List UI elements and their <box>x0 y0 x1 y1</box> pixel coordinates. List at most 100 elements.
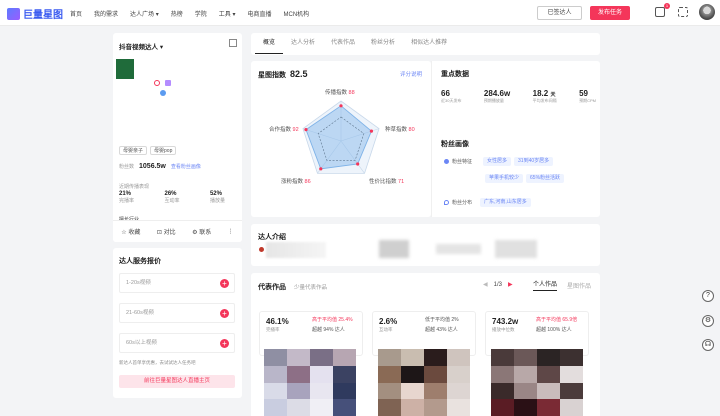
price-note: 新达人首单享优惠，去试试达人任务吧 <box>119 360 196 365</box>
nav-hot-list[interactable]: 热榜 <box>171 9 183 18</box>
logo[interactable]: 巨量星图 <box>7 6 63 21</box>
feature-pill: 苹果手机较少 <box>485 174 524 183</box>
radar-label: 合作指数 92 <box>269 127 299 133</box>
price-row[interactable]: 21-60s视频 + <box>119 303 235 323</box>
feature-pill: 65%粉丝活跃 <box>526 174 565 183</box>
location-icon <box>444 200 449 205</box>
user-avatar[interactable] <box>699 4 715 20</box>
nav-home[interactable]: 首页 <box>70 9 82 18</box>
profile-avatar <box>116 59 134 79</box>
work-thumbnail[interactable] <box>378 349 470 416</box>
live-homepage-button[interactable]: 前往巨量星图达人直播主页 <box>119 375 235 388</box>
tab-overview[interactable]: 概览 <box>255 33 284 54</box>
tab-personal-works[interactable]: 个人作品 <box>533 279 558 291</box>
radar-point <box>339 104 343 108</box>
main-nav: 首页 我的需求 达人广场 ▾ 热榜 学院 工具 ▾ 电商直播 MCN机构 <box>70 9 309 18</box>
contact-button[interactable]: ⚙ 联系 <box>192 227 211 236</box>
radar-chart <box>302 100 380 174</box>
price-row[interactable]: 1-20s视频 + <box>119 273 235 293</box>
price-title: 达人服务报价 <box>119 258 161 265</box>
grid-icon[interactable] <box>678 7 688 17</box>
detail-tabs: 概览 达人分析 代表作品 粉丝分析 相似达人推荐 <box>251 33 600 55</box>
profile-tag: 母婴亲子 <box>119 146 148 155</box>
profile-tag: 母婴pop <box>150 146 177 155</box>
price-card: 达人服务报价 1-20s视频 + 21-60s视频 + 60s以上视频 + 新达人首单… <box>113 248 242 398</box>
key-data-card: 重点数据 66 近30天发布 284.6w 预期播放量 18.2 天平均发布间隔 5… <box>431 61 600 217</box>
recent-stats: 21% 完播率 26% 互动率 52% 播放量 <box>119 191 237 204</box>
fans-portrait-link[interactable]: 查看粉丝画像 <box>171 163 201 170</box>
tiktok-icon <box>165 80 171 86</box>
stat-item: 52% 播放量 <box>209 191 225 204</box>
nav-academy[interactable]: 学院 <box>195 9 207 18</box>
profile-actions: ☆ 收藏 ⊡ 对比 ⚙ 联系 ⋮ <box>113 220 242 242</box>
key-data-title: 重点数据 <box>441 71 469 78</box>
message-icon[interactable] <box>655 7 665 17</box>
help-icon[interactable]: ? <box>702 290 714 302</box>
favorite-button[interactable]: ☆ 收藏 <box>121 227 140 236</box>
chevron-right-icon[interactable]: ▶ <box>508 281 513 288</box>
tab-fans-analysis[interactable]: 粉丝分析 <box>363 33 403 54</box>
tab-star-works[interactable]: 星图作品 <box>567 281 591 290</box>
blurred-content <box>436 244 481 254</box>
radar-label: 涨粉指数 86 <box>281 179 311 185</box>
tab-similar[interactable]: 相似达人推荐 <box>403 33 455 54</box>
tab-talent-analysis[interactable]: 达人分析 <box>283 33 323 54</box>
key-data-item: 284.6w 预期播放量 <box>483 89 511 103</box>
profile-tags: 母婴亲子 母婴pop <box>119 146 179 155</box>
signed-talent-button[interactable]: 已签达人 <box>537 6 582 20</box>
grid-icon[interactable] <box>229 39 237 47</box>
compare-icon: ⊡ <box>156 230 162 236</box>
chevron-down-icon: ▾ <box>232 12 236 18</box>
nav-mcn[interactable]: MCN机构 <box>283 9 309 18</box>
fans-feature-row: 粉丝特征 女性居多 31到40岁居多 <box>444 157 556 166</box>
key-data-row: 66 近30天发布 284.6w 预期播放量 18.2 天平均发布间隔 59 预期CP… <box>441 89 596 104</box>
chevron-down-icon: ▾ <box>155 12 159 18</box>
nav-my-needs[interactable]: 我的需求 <box>94 9 118 18</box>
radar-point <box>319 167 323 171</box>
post-task-button[interactable]: 发布任务 <box>590 6 630 20</box>
radar-point <box>369 129 374 133</box>
profile-card: 抖音视频达人 ▾ 母婴亲子 母婴pop 粉丝数 1056.5w 查看粉丝画像 近期… <box>113 33 242 242</box>
key-data-item: 18.2 天平均发布间隔 <box>532 89 557 103</box>
fans-portrait-title: 粉丝画像 <box>441 141 469 148</box>
recent-label: 近期传播表现 <box>119 184 150 190</box>
chevron-left-icon[interactable]: ◀ <box>483 281 488 288</box>
verified-icon <box>160 90 166 96</box>
nav-tools[interactable]: 工具 ▾ <box>219 9 236 18</box>
work-thumbnail[interactable] <box>264 349 356 416</box>
radar-label: 性价比指数 71 <box>369 179 405 185</box>
radar-label: 种草指数 80 <box>385 127 415 133</box>
price-row[interactable]: 60s以上视频 + <box>119 333 235 353</box>
fans-value: 1056.5w <box>139 163 166 170</box>
star-index-card: 星图指数 82.5 评分说明 传播指数 88 种草指数 80 性价比指数 71 … <box>251 61 431 217</box>
talent-intro-card: 达人介绍 <box>251 224 600 266</box>
stat-item: 21% 完播率 <box>119 191 135 204</box>
nav-talent-square[interactable]: 达人广场 ▾ <box>130 9 159 18</box>
user-icon <box>444 159 449 164</box>
chevron-down-icon: ▾ <box>159 44 164 51</box>
star-icon: ☆ <box>121 230 127 236</box>
feature-pill: 女性居多 <box>483 157 512 166</box>
blurred-content <box>379 240 409 258</box>
notification-badge: 1 <box>664 3 670 9</box>
logo-text: 巨量星图 <box>23 10 63 21</box>
settings-icon[interactable]: ⚙ <box>702 315 714 327</box>
radar-point <box>304 128 308 132</box>
fans-feature-row-2: 苹果手机较少 65%粉丝活跃 <box>485 174 567 183</box>
logo-icon <box>7 7 20 20</box>
top-navigation: 巨量星图 首页 我的需求 达人广场 ▾ 热榜 学院 工具 ▾ 电商直播 MCN机… <box>0 0 720 26</box>
key-data-item: 59 预期CPM <box>579 89 596 103</box>
stat-item: 26% 互动率 <box>164 191 180 204</box>
fans-region-row: 粉丝分布 广东,河南,山东居多 <box>444 198 534 207</box>
works-header: 代表作品 少量代表作品 <box>258 284 328 291</box>
compare-button[interactable]: ⊡ 对比 <box>157 227 176 236</box>
nav-ecommerce-live[interactable]: 电商直播 <box>247 9 271 18</box>
work-thumbnail[interactable] <box>491 349 583 416</box>
profile-name: 抖音视频达人 ▾ <box>119 44 164 51</box>
blurred-content <box>495 240 537 258</box>
more-icon[interactable]: ⋮ <box>228 228 234 235</box>
add-icon: + <box>220 339 229 348</box>
blurred-content <box>266 242 326 258</box>
headset-icon[interactable]: ☊ <box>702 339 714 351</box>
tab-works[interactable]: 代表作品 <box>323 33 363 54</box>
